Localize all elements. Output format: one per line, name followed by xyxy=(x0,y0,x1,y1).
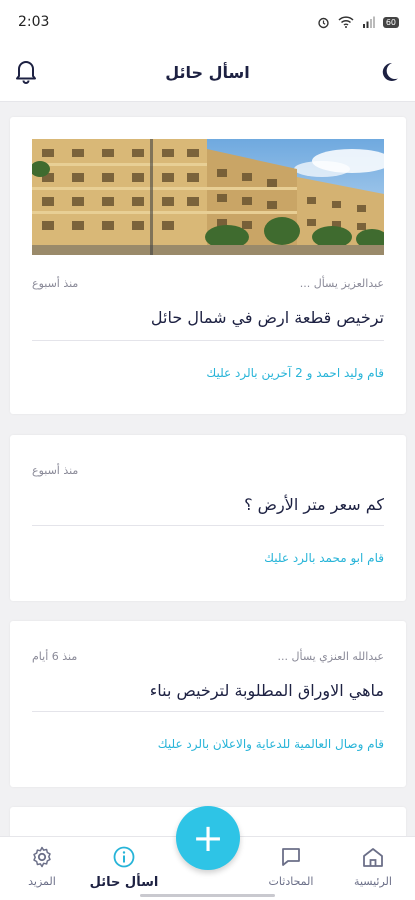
nav-item-more[interactable]: المزيد xyxy=(2,845,82,888)
nav-item-chats[interactable]: المحادثات xyxy=(251,845,331,888)
bell-icon[interactable] xyxy=(14,58,38,88)
chat-icon xyxy=(282,848,300,866)
nav-item-ask[interactable]: اسأل حائل xyxy=(84,845,164,890)
post-time: منذ 6 أيام xyxy=(32,650,78,663)
status-bar: 2:03 60 xyxy=(0,0,415,44)
post-author: عبدالعزيز يسأل ... xyxy=(299,277,384,290)
post-meta: عبدالعزيز يسأل ... منذ أسبوع xyxy=(32,277,384,290)
status-icons: 60 xyxy=(317,16,399,29)
info-icon xyxy=(113,846,135,868)
nav-label-more: المزيد xyxy=(28,875,56,888)
app-bar: اسأل حائل xyxy=(0,44,415,102)
post-card[interactable]: عبدالله العنزي يسأل ... منذ 6 أيام ماهي … xyxy=(10,621,406,787)
nav-label-chats: المحادثات xyxy=(268,875,314,888)
post-divider xyxy=(32,340,384,341)
moon-icon[interactable] xyxy=(377,60,401,88)
post-meta: منذ أسبوع xyxy=(32,464,384,477)
nav-label-home: الرئيسية xyxy=(354,875,392,888)
post-author: عبدالله العنزي يسأل ... xyxy=(277,650,384,663)
nav-item-home[interactable]: الرئيسية xyxy=(333,845,413,888)
signal-icon xyxy=(362,16,375,28)
alarm-icon xyxy=(318,17,329,28)
post-time: منذ أسبوع xyxy=(32,277,79,290)
gear-icon xyxy=(33,846,51,868)
post-divider xyxy=(32,525,384,526)
battery-icon: 60 xyxy=(382,16,399,28)
post-replies-link[interactable]: قام ابو محمد بالرد عليك xyxy=(32,551,384,565)
page-title: اسأل حائل xyxy=(165,63,250,82)
post-meta: عبدالله العنزي يسأل ... منذ 6 أيام xyxy=(32,650,384,663)
post-question[interactable]: ترخيص قطعة ارض في شمال حائل xyxy=(32,308,384,327)
home-indicator xyxy=(140,894,275,897)
post-card[interactable]: عبدالعزيز يسأل ... منذ أسبوع ترخيص قطعة … xyxy=(10,117,406,414)
post-question[interactable]: كم سعر متر الأرض ؟ xyxy=(32,495,384,514)
wifi-icon xyxy=(338,16,354,28)
post-question[interactable]: ماهي الاوراق المطلوبة لترخيص بناء xyxy=(32,681,384,700)
status-time: 2:03 xyxy=(18,14,50,30)
post-time: منذ أسبوع xyxy=(32,464,79,477)
home-icon xyxy=(363,848,383,867)
nav-label-ask: اسأل حائل xyxy=(89,875,159,890)
plus-icon: + xyxy=(192,816,224,860)
post-replies-link[interactable]: قام وصال العالمية للدعاية والاعلان بالرد… xyxy=(32,737,384,751)
post-image xyxy=(32,139,384,255)
post-replies-link[interactable]: قام وليد احمد و 2 آخرين بالرد عليك xyxy=(32,366,384,380)
post-card[interactable]: منذ أسبوع كم سعر متر الأرض ؟ قام ابو محم… xyxy=(10,435,406,601)
add-question-button[interactable]: + xyxy=(176,806,240,870)
post-divider xyxy=(32,711,384,712)
